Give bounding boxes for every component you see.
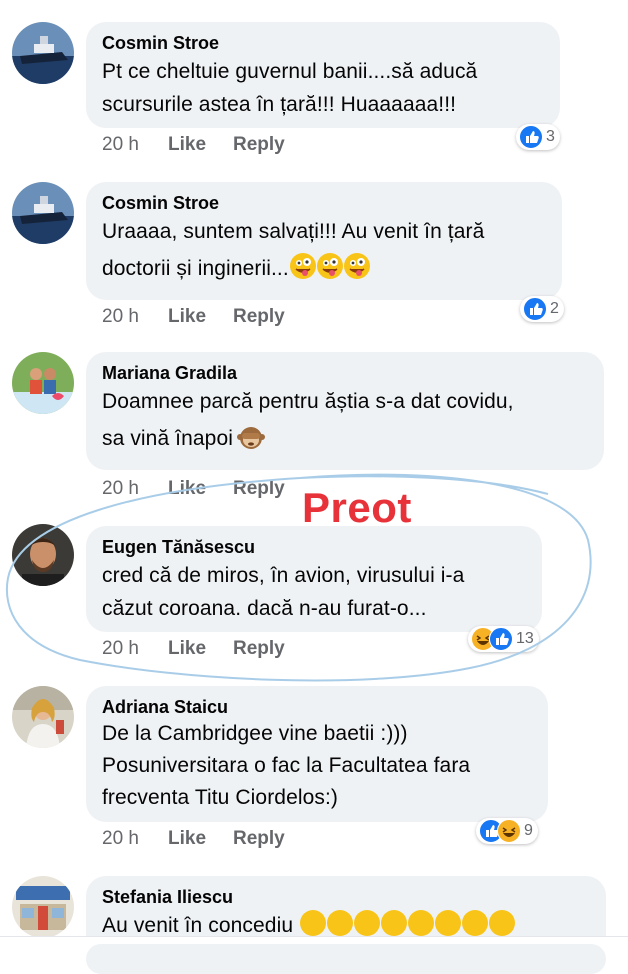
comment-text-line: frecventa Titu Ciordelos:) xyxy=(102,786,339,809)
comment-text-line: doctorii și inginerii... xyxy=(102,251,546,286)
comment-text-line: scursurile astea în țară!!! Huaaaaaa!!! xyxy=(102,93,457,116)
comment-timestamp[interactable]: 20 h xyxy=(102,828,168,850)
reaction-count: 9 xyxy=(524,822,533,839)
grinning-sweat-emoji xyxy=(300,910,327,936)
grinning-sweat-emoji xyxy=(435,910,462,936)
zany-face-emoji xyxy=(316,253,343,279)
comment-author[interactable]: Cosmin Stroe xyxy=(102,32,544,54)
comment-text-line: sa vină înapoi xyxy=(102,421,588,456)
grinning-sweat-emoji xyxy=(381,910,408,936)
reaction-summary[interactable]: 9 xyxy=(476,818,538,844)
like-button[interactable]: Like xyxy=(168,828,233,850)
comment-text-line: Posuniversitara o fac la Facultatea fara xyxy=(102,754,471,777)
woman-avatar-image xyxy=(12,686,74,748)
comment-text-line: Doamnee parcă pentru ăștia s-a dat covid… xyxy=(102,390,514,413)
comment-actions: 20 h Like Reply xyxy=(102,478,285,500)
grinning-sweat-emoji xyxy=(327,910,354,936)
comment-bubble: Cosmin Stroe Pt ce cheltuie guvernul ban… xyxy=(86,22,560,128)
zany-face-emoji xyxy=(289,253,316,279)
comment-text-segment: Au venit în concediu xyxy=(102,914,294,937)
annotation-label: Preot xyxy=(302,484,412,531)
comment-text-line: Pt ce cheltuie guvernul banii....să aduc… xyxy=(102,60,478,83)
comment-actions: 20 h Like Reply xyxy=(102,134,285,156)
avatar[interactable] xyxy=(12,182,74,244)
like-icon xyxy=(519,125,543,149)
comment-text-line: cred că de miros, în avion, virusului i-… xyxy=(102,564,465,587)
grinning-sweat-emoji xyxy=(354,910,381,936)
comment-actions: 20 h Like Reply xyxy=(102,638,285,660)
comment-input[interactable] xyxy=(86,944,606,974)
comment-timestamp[interactable]: 20 h xyxy=(102,638,168,660)
comment-author[interactable]: Stefania Iliescu xyxy=(102,886,590,908)
reply-button[interactable]: Reply xyxy=(233,638,285,660)
comment-author[interactable]: Adriana Staicu xyxy=(102,696,532,718)
reply-button[interactable]: Reply xyxy=(233,134,285,156)
comment-actions: 20 h Like Reply xyxy=(102,306,285,328)
comment-text-segment: doctorii și inginerii... xyxy=(102,257,289,280)
see-no-evil-monkey-emoji xyxy=(237,424,265,450)
comment-text-segment: sa vină înapoi xyxy=(102,427,233,450)
reaction-count: 2 xyxy=(550,300,559,317)
comment-bubble: Mariana Gradila Doamnee parcă pentru ășt… xyxy=(86,352,604,470)
comment-timestamp[interactable]: 20 h xyxy=(102,306,168,328)
like-icon xyxy=(523,297,547,321)
comment-timestamp[interactable]: 20 h xyxy=(102,134,168,156)
comment-text-line: Uraaaa, suntem salvați!!! Au venit în ța… xyxy=(102,220,485,243)
ship-avatar-image xyxy=(12,22,74,84)
man-avatar-image xyxy=(12,524,74,586)
reaction-count: 3 xyxy=(546,128,555,145)
comment-author[interactable]: Mariana Gradila xyxy=(102,362,588,384)
like-button[interactable]: Like xyxy=(168,306,233,328)
avatar[interactable] xyxy=(12,876,74,938)
comment-text-line: căzut coroana. dacă n-au furat-o... xyxy=(102,597,427,620)
reply-button[interactable]: Reply xyxy=(233,828,285,850)
grinning-sweat-emoji xyxy=(462,910,489,936)
grinning-sweat-emoji xyxy=(408,910,435,936)
avatar[interactable] xyxy=(12,686,74,748)
comment-author[interactable]: Cosmin Stroe xyxy=(102,192,546,214)
like-icon xyxy=(489,627,513,651)
avatar[interactable] xyxy=(12,524,74,586)
grinning-sweat-emoji xyxy=(489,910,516,936)
like-button[interactable]: Like xyxy=(168,478,233,500)
reaction-summary[interactable]: 3 xyxy=(516,124,560,150)
comment-author[interactable]: Eugen Tănăsescu xyxy=(102,536,526,558)
reply-button[interactable]: Reply xyxy=(233,306,285,328)
haha-icon xyxy=(497,819,521,843)
comment-bubble: Cosmin Stroe Uraaaa, suntem salvați!!! A… xyxy=(86,182,562,300)
reply-button[interactable]: Reply xyxy=(233,478,285,500)
couple-avatar-image xyxy=(12,352,74,414)
ship-avatar-image xyxy=(12,182,74,244)
comment-timestamp[interactable]: 20 h xyxy=(102,478,168,500)
reaction-summary[interactable]: 13 xyxy=(468,626,539,652)
reaction-count: 13 xyxy=(516,630,534,647)
like-button[interactable]: Like xyxy=(168,134,233,156)
storefront-avatar-image xyxy=(12,876,74,938)
like-button[interactable]: Like xyxy=(168,638,233,660)
avatar[interactable] xyxy=(12,352,74,414)
comment-actions: 20 h Like Reply xyxy=(102,828,285,850)
comment-text-line: De la Cambridgee vine baetii :))) xyxy=(102,722,408,745)
comment-bubble: Adriana Staicu De la Cambridgee vine bae… xyxy=(86,686,548,822)
zany-face-emoji xyxy=(343,253,370,279)
reaction-summary[interactable]: 2 xyxy=(520,296,564,322)
comment-bubble: Eugen Tănăsescu cred că de miros, în avi… xyxy=(86,526,542,632)
avatar[interactable] xyxy=(12,22,74,84)
